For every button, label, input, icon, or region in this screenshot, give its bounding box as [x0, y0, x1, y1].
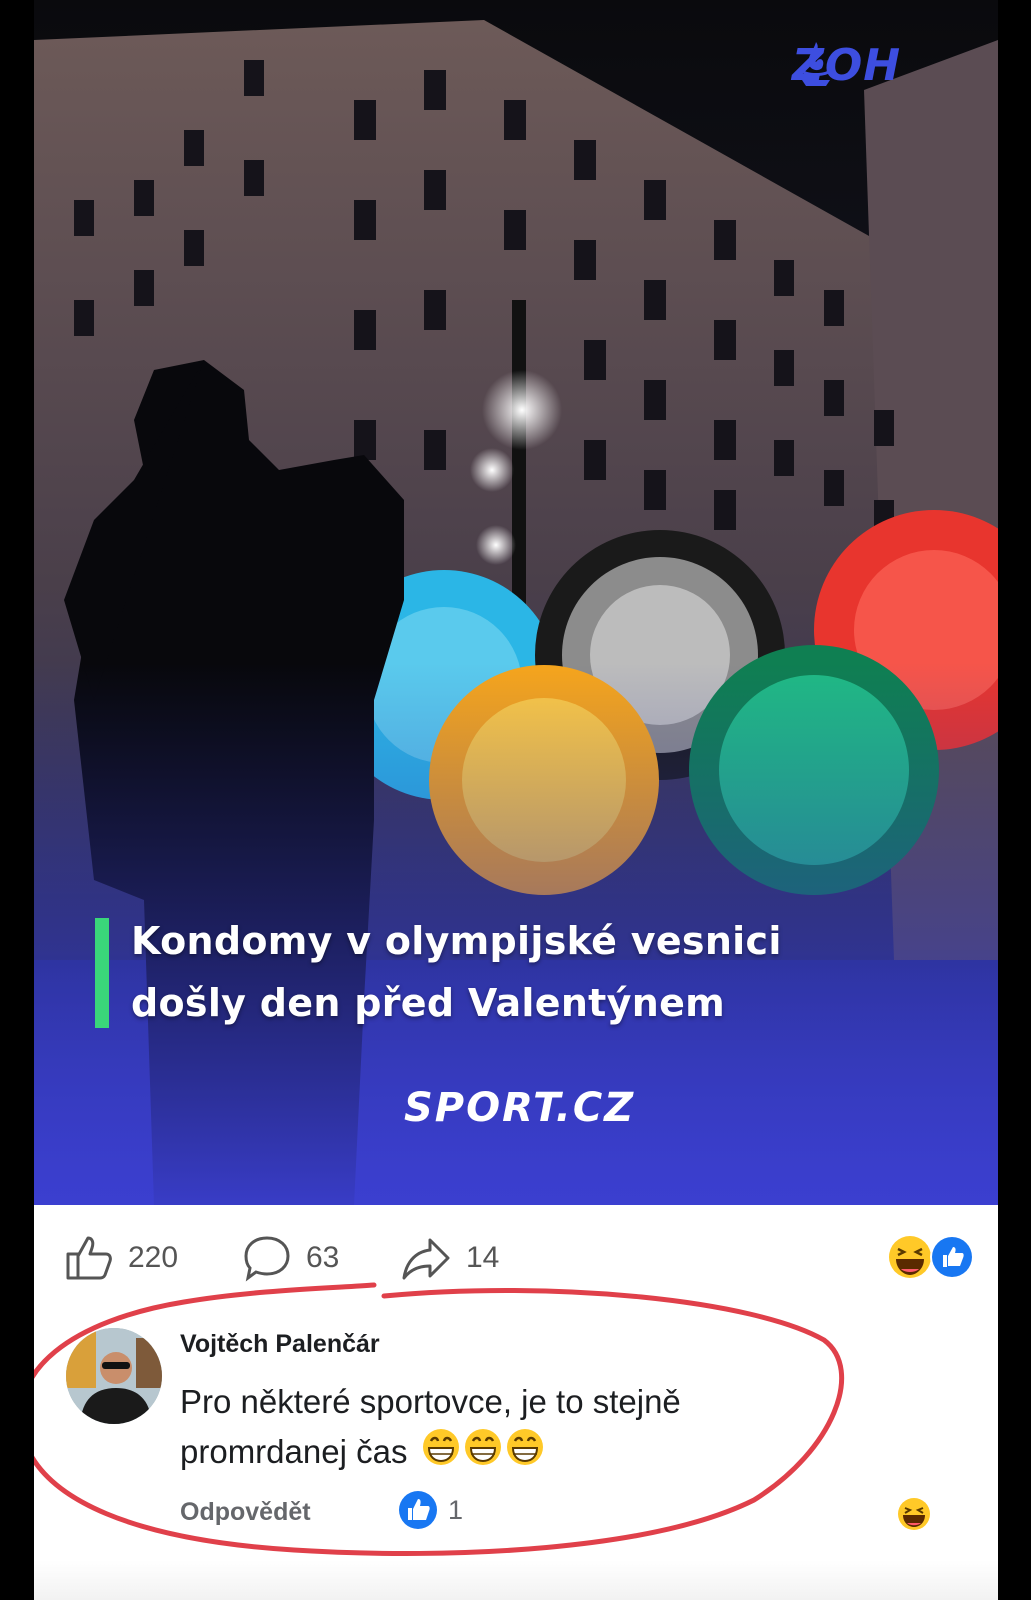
thumbs-up-icon — [66, 1236, 112, 1280]
like-reaction-icon — [399, 1491, 437, 1529]
zoh-badge: ZOH — [792, 38, 901, 92]
reply-button[interactable]: Odpovědět — [180, 1498, 311, 1527]
grinning-emoji-icon — [506, 1429, 543, 1466]
headline-accent-bar — [95, 918, 109, 1028]
like-button[interactable]: 220 — [64, 1234, 178, 1282]
bottom-fade — [34, 1560, 998, 1600]
share-count: 14 — [466, 1241, 500, 1274]
post-image[interactable]: ZOH Kondomy v olympijské vesnici došly d… — [34, 0, 998, 1205]
comment-reaction-button[interactable] — [896, 1496, 932, 1537]
haha-emoji-icon — [898, 1498, 930, 1530]
comment-button[interactable]: 63 — [242, 1234, 339, 1282]
post-actions: 220 63 14 — [34, 1230, 998, 1286]
headline-line-1: Kondomy v olympijské vesnici — [131, 919, 782, 963]
grinning-emoji-icon — [422, 1429, 459, 1466]
olympic-flame-icon — [800, 42, 832, 86]
share-button[interactable]: 14 — [400, 1234, 499, 1282]
comment-like-count: 1 — [448, 1494, 464, 1525]
post-headline: Kondomy v olympijské vesnici došly den p… — [131, 910, 911, 1034]
user-photo — [66, 1328, 162, 1424]
reactions-summary[interactable] — [886, 1233, 986, 1281]
grinning-emoji-icon — [464, 1429, 501, 1466]
share-arrow-icon — [402, 1238, 450, 1280]
avatar[interactable] — [66, 1328, 162, 1424]
comment-emojis — [421, 1427, 545, 1481]
like-reaction-icon — [930, 1235, 974, 1279]
comment-bubble-icon — [244, 1236, 290, 1282]
comment-body: Pro některé sportovce, je to stejně prom… — [180, 1377, 820, 1481]
comment-like-summary[interactable]: 1 — [398, 1490, 463, 1530]
headline-line-2: došly den před Valentýnem — [131, 981, 726, 1025]
like-count: 220 — [128, 1241, 179, 1274]
comment-author[interactable]: Vojtěch Palenčár — [180, 1330, 380, 1359]
comment-count: 63 — [306, 1241, 340, 1274]
haha-emoji-icon — [889, 1236, 931, 1278]
sport-cz-logo: SPORT.CZ — [404, 1085, 636, 1131]
post-card: ZOH Kondomy v olympijské vesnici došly d… — [34, 0, 998, 1600]
